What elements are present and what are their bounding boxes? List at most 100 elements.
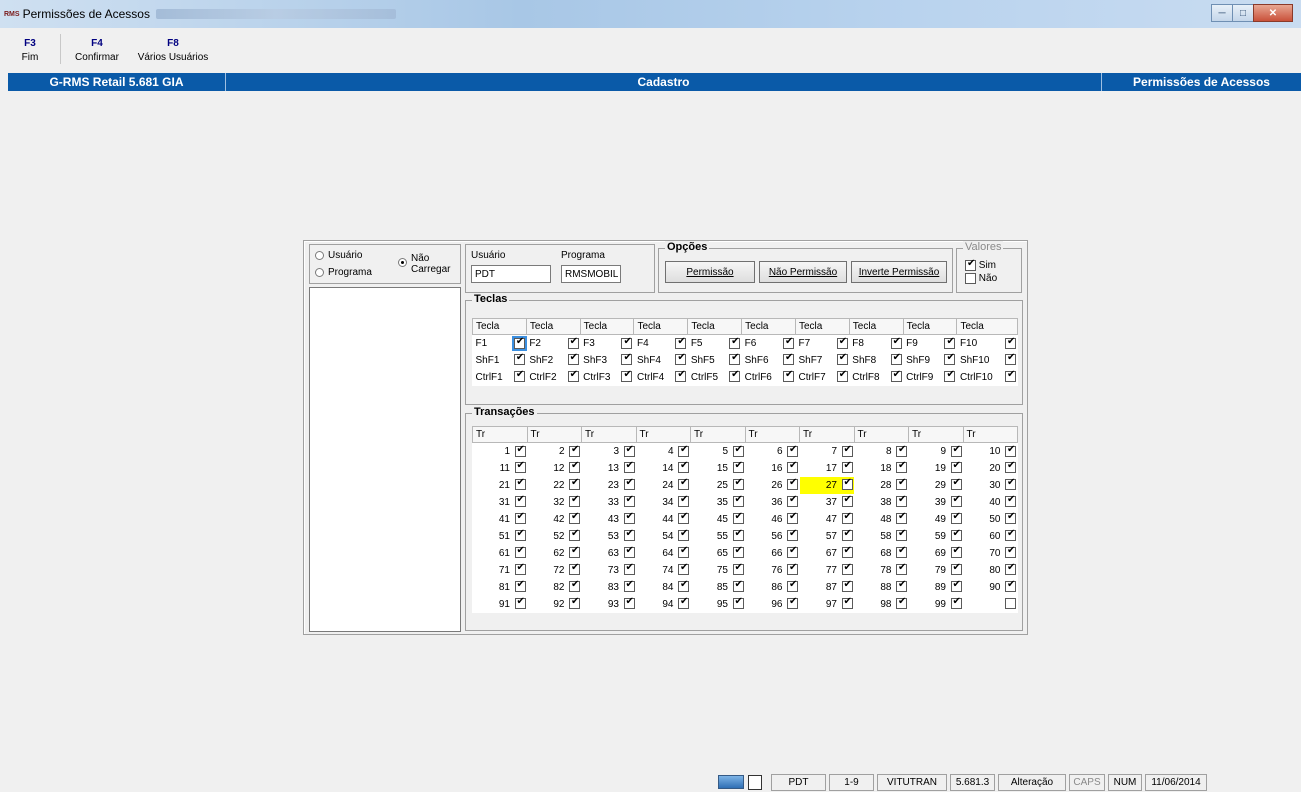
tr-checkbox[interactable] [841, 494, 853, 508]
tr-checkbox[interactable] [514, 511, 526, 525]
tecla-checkbox[interactable] [890, 352, 902, 366]
tr-checkbox[interactable] [732, 460, 744, 474]
tecla-checkbox[interactable] [729, 336, 741, 349]
tr-checkbox[interactable] [569, 511, 580, 525]
tr-checkbox[interactable] [514, 528, 526, 542]
tr-checkbox[interactable] [623, 460, 635, 474]
tr-checkbox[interactable] [841, 511, 853, 525]
tr-checkbox[interactable] [787, 562, 798, 576]
tecla-checkbox[interactable] [513, 369, 525, 383]
tr-checkbox[interactable] [841, 562, 853, 576]
tr-checkbox[interactable] [623, 511, 635, 525]
tr-checkbox[interactable] [514, 494, 526, 508]
permissao-button[interactable]: Permissão [665, 261, 755, 283]
tecla-checkbox[interactable] [782, 369, 794, 383]
tr-checkbox[interactable] [1005, 511, 1016, 525]
tr-checkbox[interactable] [896, 494, 907, 508]
tr-checkbox[interactable] [732, 528, 744, 542]
tecla-checkbox[interactable] [836, 336, 848, 349]
tr-checkbox[interactable] [787, 494, 798, 508]
tr-checkbox[interactable] [787, 596, 798, 610]
tr-checkbox[interactable] [569, 444, 580, 457]
tr-checkbox[interactable] [896, 511, 907, 525]
tr-checkbox[interactable] [896, 444, 907, 457]
tr-checkbox[interactable] [841, 528, 853, 542]
tr-checkbox[interactable] [896, 579, 907, 593]
sim-checkbox[interactable] [965, 258, 976, 271]
tr-checkbox[interactable] [896, 528, 907, 542]
tr-checkbox[interactable] [950, 562, 962, 576]
tecla-checkbox[interactable] [944, 336, 956, 349]
tecla-checkbox[interactable] [782, 336, 794, 349]
tr-checkbox[interactable] [1005, 477, 1016, 491]
tecla-checkbox[interactable] [1005, 352, 1016, 366]
tr-checkbox[interactable] [569, 528, 580, 542]
tecla-checkbox[interactable] [511, 335, 527, 351]
tr-checkbox[interactable] [950, 494, 962, 508]
tr-checkbox[interactable] [569, 460, 580, 474]
tr-checkbox[interactable] [514, 596, 526, 610]
tr-checkbox[interactable] [732, 444, 744, 457]
tecla-checkbox[interactable] [675, 352, 687, 366]
tr-checkbox[interactable] [841, 579, 853, 593]
tecla-checkbox[interactable] [836, 352, 848, 366]
tr-checkbox[interactable] [787, 545, 798, 559]
tr-checkbox[interactable] [732, 477, 744, 491]
tecla-checkbox[interactable] [621, 336, 633, 349]
tr-checkbox[interactable] [623, 528, 635, 542]
tecla-checkbox[interactable] [675, 369, 687, 383]
tr-checkbox[interactable] [732, 562, 744, 576]
radio-programa[interactable]: Programa [315, 267, 372, 278]
tr-checkbox[interactable] [950, 545, 962, 559]
maximize-button[interactable]: □ [1232, 4, 1254, 22]
tr-checkbox[interactable] [841, 460, 853, 474]
tr-checkbox[interactable] [678, 460, 689, 474]
tecla-checkbox[interactable] [567, 352, 579, 366]
tr-checkbox[interactable] [787, 528, 798, 542]
tr-checkbox[interactable] [732, 545, 744, 559]
clipboard-icon[interactable] [748, 774, 762, 790]
tecla-checkbox[interactable] [890, 369, 902, 383]
tr-checkbox[interactable] [1005, 494, 1016, 508]
tr-checkbox[interactable] [1005, 545, 1016, 559]
tr-checkbox[interactable] [678, 511, 689, 525]
tr-checkbox[interactable] [569, 477, 580, 491]
usuario-input[interactable]: PDT [471, 265, 551, 283]
tr-checkbox[interactable] [732, 511, 744, 525]
tr-checkbox[interactable] [841, 444, 853, 457]
tr-checkbox[interactable] [623, 494, 635, 508]
tr-checkbox[interactable] [841, 477, 853, 491]
tr-checkbox[interactable] [896, 562, 907, 576]
tr-checkbox[interactable] [841, 545, 853, 559]
programa-input[interactable]: RMSMOBIL [561, 265, 621, 283]
selection-list[interactable] [309, 287, 461, 632]
tecla-checkbox[interactable] [675, 336, 687, 349]
tecla-checkbox[interactable] [890, 336, 902, 349]
inverte-permissao-button[interactable]: Inverte Permissão [851, 261, 947, 283]
tecla-checkbox[interactable] [1005, 336, 1016, 349]
tr-checkbox[interactable] [623, 444, 635, 457]
tr-checkbox[interactable] [678, 444, 689, 457]
tr-checkbox[interactable] [514, 477, 526, 491]
tr-checkbox[interactable] [787, 444, 798, 457]
tr-checkbox[interactable] [514, 444, 526, 457]
tr-checkbox[interactable] [950, 460, 962, 474]
tr-checkbox[interactable] [569, 596, 580, 610]
tecla-checkbox[interactable] [567, 336, 579, 349]
tecla-checkbox[interactable] [567, 369, 579, 383]
tecla-checkbox[interactable] [1005, 369, 1016, 383]
tr-checkbox[interactable] [623, 545, 635, 559]
tr-checkbox[interactable] [1005, 528, 1016, 542]
tecla-checkbox[interactable] [729, 369, 741, 383]
tecla-checkbox[interactable] [836, 369, 848, 383]
minimize-button[interactable]: ─ [1211, 4, 1233, 22]
tr-checkbox[interactable] [678, 528, 689, 542]
tr-checkbox[interactable] [787, 477, 798, 491]
tr-checkbox[interactable] [514, 545, 526, 559]
tr-checkbox[interactable] [787, 511, 798, 525]
tr-checkbox[interactable] [514, 579, 526, 593]
tr-checkbox[interactable] [1005, 598, 1016, 610]
tr-checkbox[interactable] [732, 596, 744, 610]
f8-varios-usuarios-button[interactable]: F8 Vários Usuários [133, 28, 213, 70]
tecla-checkbox[interactable] [513, 352, 525, 366]
